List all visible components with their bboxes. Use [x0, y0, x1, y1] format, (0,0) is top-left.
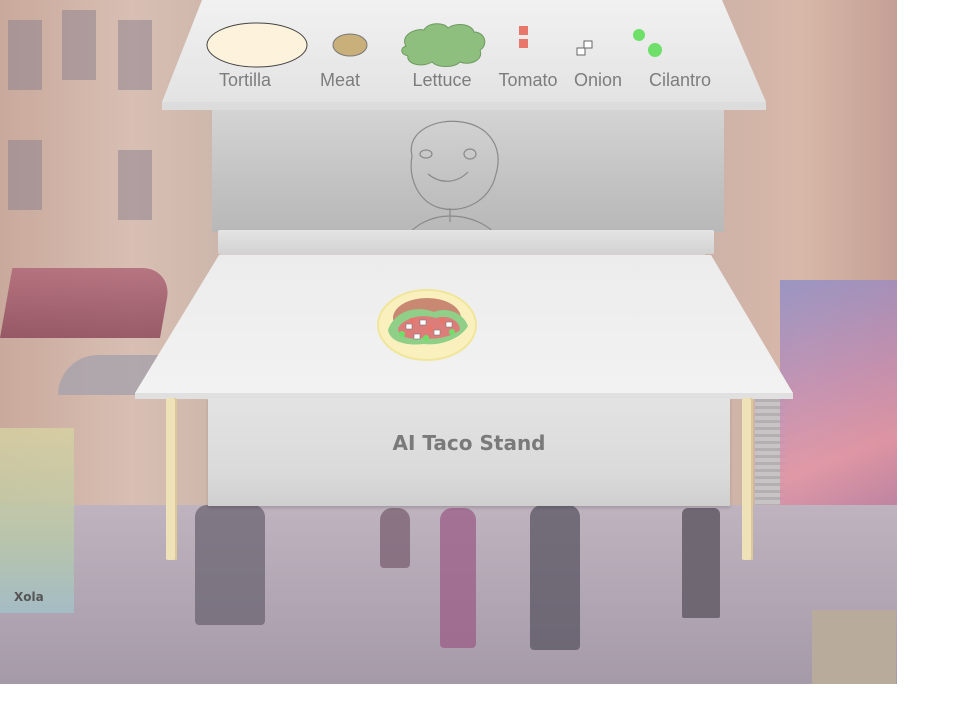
- pedestrian: [440, 508, 476, 648]
- onion-label: Onion: [573, 70, 623, 90]
- lettuce-label: Lettuce: [412, 70, 472, 90]
- stand-sign: AI Taco Stand: [208, 398, 730, 506]
- assembled-taco[interactable]: [376, 284, 478, 362]
- pedestrian: [380, 508, 410, 568]
- right-post: [742, 398, 753, 560]
- cilantro-icon: [633, 29, 662, 57]
- lettuce-icon: [401, 23, 486, 67]
- tortilla-label: Tortilla: [218, 70, 272, 90]
- pedestrian: [195, 505, 265, 625]
- pedestrian: [530, 505, 580, 650]
- meat-icon: [332, 33, 368, 57]
- onion-icon: [576, 40, 593, 56]
- street-bollard: [682, 508, 720, 618]
- street-sign-text: Xola: [14, 590, 44, 604]
- tomato-label: Tomato: [498, 70, 558, 90]
- tomato-icon: [519, 26, 528, 48]
- meat-label: Meat: [319, 70, 361, 90]
- vendor-figure: [401, 120, 503, 242]
- ingredient-shelf: Tortilla Meat Lettuce Tomato Onion Cilan…: [162, 0, 766, 110]
- cilantro-label: Cilantro: [648, 70, 712, 90]
- street-sign: [0, 428, 74, 613]
- counter-ledge: [218, 230, 714, 254]
- stand-title: AI Taco Stand: [392, 431, 546, 455]
- planter-box: [812, 610, 896, 684]
- left-post: [166, 398, 177, 560]
- tortilla-icon: [206, 22, 308, 68]
